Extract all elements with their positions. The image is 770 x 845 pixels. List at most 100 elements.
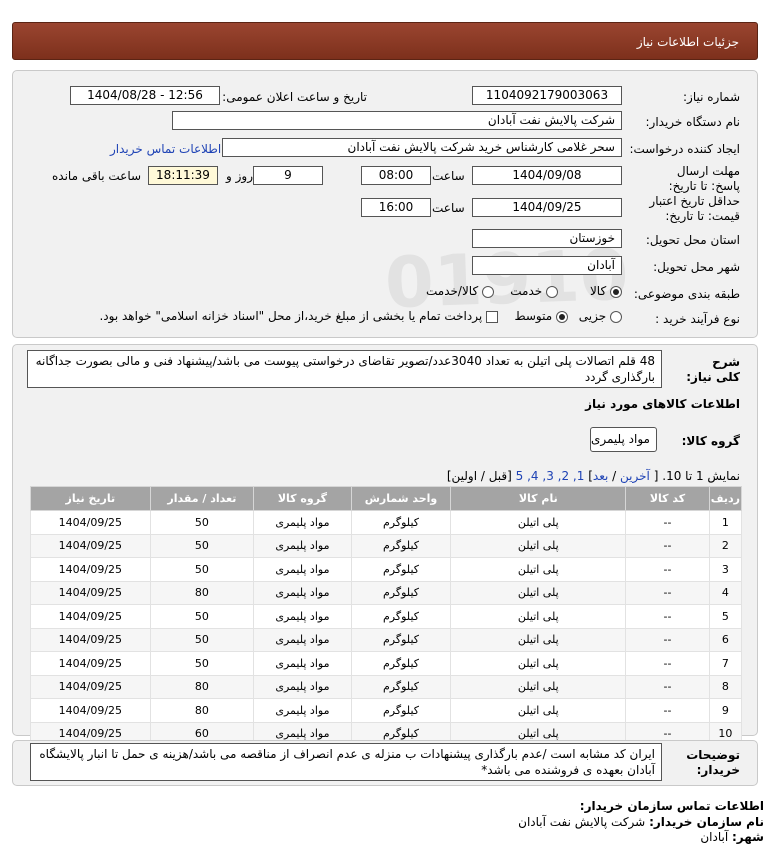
cell-date: 1404/09/25 [30,604,151,629]
radio-goods[interactable] [610,285,622,298]
contact-title: اطلاعات تماس سازمان خریدار: [579,799,764,813]
contact-org-value: شرکت پالایش نفت آبادان [518,815,646,829]
pager-page-links[interactable]: 5 ,4 ,3 ,2 ,1 [516,469,585,483]
treasury-payment-option[interactable]: پرداخت تمام یا بخشی از مبلغ خرید،از محل … [99,309,498,323]
table-row: 5 -- پلی اتیلن کیلوگرم مواد پلیمری 50 1404/09/… [30,604,743,629]
table-header-row: ردیف کد کالا نام کالا واحد شمارش گروه کا… [30,486,743,511]
need-number-label: شماره نیاز: [683,90,740,104]
cell-group: مواد پلیمری [253,698,352,723]
category-option-goods-service[interactable]: کالا/خدمت [426,284,494,298]
radio-goods-service[interactable] [482,285,494,298]
cell-code: -- [625,557,710,582]
table-row: 3 -- پلی اتیلن کیلوگرم مواد پلیمری 50 1404/09/… [30,557,743,582]
process-option-minor[interactable]: جزیی [579,309,622,323]
col-row: ردیف [708,486,743,511]
remaining-days: 9 [253,166,323,185]
cell-row: 8 [708,674,743,699]
cell-qty: 50 [149,651,255,676]
reply-deadline-label: مهلت ارسال پاسخ: تا تاریخ: [668,164,740,193]
buyer-org-field: شرکت پالایش نفت آبادان [172,111,622,130]
goods-group-field: مواد پلیمری [590,427,657,452]
cell-unit: کیلوگرم [350,580,452,605]
purchase-process-label: نوع فرآیند خرید : [655,312,740,326]
delivery-city-field: آبادان [472,256,622,275]
cell-code: -- [625,674,710,699]
contact-city-label: شهر: [732,830,764,844]
col-date: تاریخ نیاز [30,486,151,511]
category-label: طبقه بندی موضوعی: [633,287,740,301]
cell-group: مواد پلیمری [253,651,352,676]
cell-row: 6 [708,627,743,652]
table-row: 7 -- پلی اتیلن کیلوگرم مواد پلیمری 50 1404/09/… [30,651,743,676]
contact-city: شهر: آبادان [700,830,764,844]
table-row: 8 -- پلی اتیلن کیلوگرم مواد پلیمری 80 1404/09/… [30,674,743,699]
remaining-days-label: روز و [226,169,253,183]
cell-unit: کیلوگرم [350,510,452,535]
cell-unit: کیلوگرم [350,674,452,699]
announce-datetime-field: 1404/08/28 - 12:56 [70,86,220,105]
cell-name: پلی اتیلن [450,510,627,535]
buyer-notes-field: ایران کد مشابه است /عدم بارگذاری پیشنهاد… [30,743,662,781]
delivery-province-label: استان محل تحویل: [645,233,740,247]
cell-name: پلی اتیلن [450,674,627,699]
cell-unit: کیلوگرم [350,698,452,723]
cell-code: -- [625,580,710,605]
cell-qty: 50 [149,604,255,629]
cell-unit: کیلوگرم [350,557,452,582]
items-table: ردیف کد کالا نام کالا واحد شمارش گروه کا… [30,486,743,746]
pager-next-link[interactable]: بعد [593,469,608,483]
cell-qty: 80 [149,674,255,699]
cell-group: مواد پلیمری [253,674,352,699]
cell-date: 1404/09/25 [30,651,151,676]
goods-info-title: اطلاعات کالاهای مورد نیاز [585,397,740,411]
delivery-city-label: شهر محل تحویل: [653,260,740,274]
general-description-label: شرح کلی نیاز: [686,355,740,384]
cell-qty: 80 [149,698,255,723]
table-row: 4 -- پلی اتیلن کیلوگرم مواد پلیمری 80 1404/09/… [30,580,743,605]
general-description-field: 48 قلم اتصالات پلی اتیلن به تعداد 3040عد… [27,350,662,388]
cell-group: مواد پلیمری [253,533,352,558]
cell-row: 4 [708,580,743,605]
cell-qty: 50 [149,627,255,652]
buyer-contact-link[interactable]: اطلاعات تماس خریدار [110,142,221,156]
need-number-field: 1104092179003063 [472,86,622,105]
cell-unit: کیلوگرم [350,627,452,652]
cell-date: 1404/09/25 [30,510,151,535]
treasury-checkbox[interactable] [486,310,498,323]
cell-date: 1404/09/25 [30,698,151,723]
cell-unit: کیلوگرم [350,651,452,676]
pager: نمایش 1 تا 10. [ آخرین / بعد] 5 ,4 ,3 ,2… [446,469,740,483]
radio-service[interactable] [546,285,558,298]
cell-name: پلی اتیلن [450,627,627,652]
category-option-goods[interactable]: کالا [590,284,622,298]
col-qty: تعداد / مقدار [149,486,255,511]
col-code: کد کالا [625,486,710,511]
cell-qty: 50 [149,510,255,535]
category-option-service[interactable]: خدمت [510,284,558,298]
cell-name: پلی اتیلن [450,533,627,558]
price-validity-date: 1404/09/25 [472,198,622,217]
delivery-province-field: خوزستان [472,229,622,248]
cell-row: 1 [708,510,743,535]
goods-group-label: گروه کالا: [681,434,740,448]
contact-city-value: آبادان [700,830,729,844]
page-title: جزئیات اطلاعات نیاز [636,35,739,49]
process-option-medium[interactable]: متوسط [514,309,568,323]
cell-code: -- [625,604,710,629]
cell-unit: کیلوگرم [350,533,452,558]
cell-code: -- [625,510,710,535]
cell-row: 7 [708,651,743,676]
cell-group: مواد پلیمری [253,604,352,629]
requester-label: ایجاد کننده درخواست: [629,142,740,156]
table-row: 2 -- پلی اتیلن کیلوگرم مواد پلیمری 50 1404/09/… [30,533,743,558]
radio-minor[interactable] [610,310,622,323]
radio-medium[interactable] [556,310,568,323]
cell-date: 1404/09/25 [30,627,151,652]
cell-name: پلی اتیلن [450,651,627,676]
pager-showing: نمایش 1 تا 10. [662,469,740,483]
price-validity-time-label: ساعت [432,201,465,215]
pager-last-link[interactable]: آخرین [620,469,650,483]
page-header: جزئیات اطلاعات نیاز [12,22,758,60]
cell-qty: 80 [149,580,255,605]
table-row: 9 -- پلی اتیلن کیلوگرم مواد پلیمری 80 1404/09/… [30,698,743,723]
